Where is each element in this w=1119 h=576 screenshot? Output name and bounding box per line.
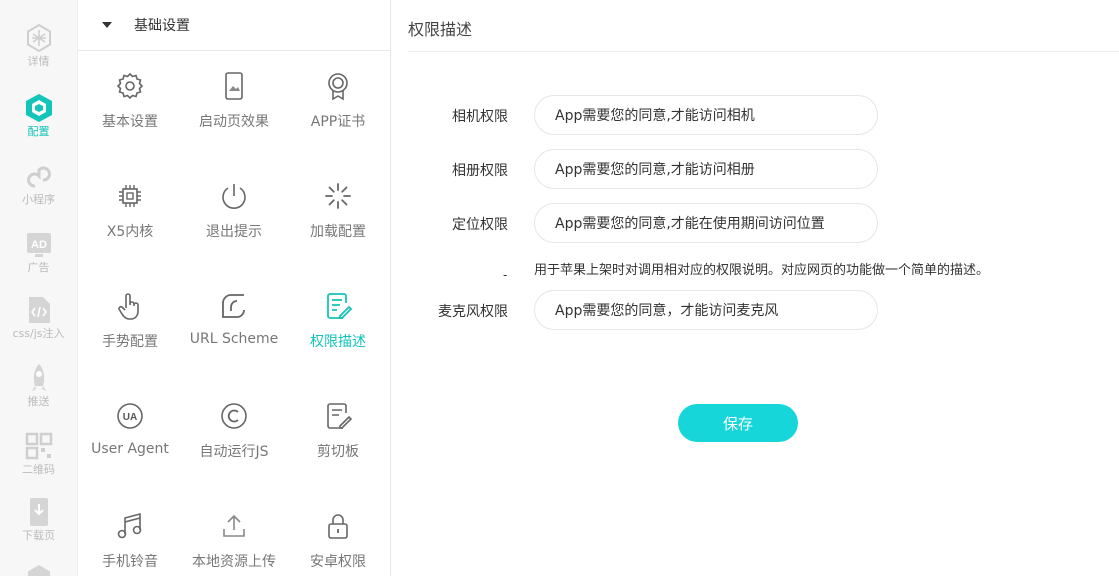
- rail-label: 小程序: [22, 193, 55, 206]
- rail-item-css-js[interactable]: css/js注入: [0, 294, 77, 340]
- upload-icon: [223, 514, 245, 537]
- tile-app-certificate[interactable]: APP证书: [286, 0, 390, 130]
- loading-spinner-icon: [325, 183, 351, 209]
- tile-label: 本地资源上传: [192, 554, 276, 570]
- album-permission-input[interactable]: [534, 149, 878, 189]
- tile-local-upload[interactable]: 本地资源上传: [182, 440, 286, 570]
- copyright-c-icon: [221, 403, 247, 429]
- tile-clipboard[interactable]: 剪切板: [286, 330, 390, 460]
- title-divider: [408, 51, 1119, 52]
- rail-item-qrcode[interactable]: 二维码: [0, 430, 77, 476]
- rail-label: 配置: [27, 125, 50, 138]
- svg-text:UA: UA: [123, 412, 137, 423]
- tile-exit-prompt[interactable]: 退出提示: [182, 110, 286, 240]
- power-icon: [222, 184, 246, 209]
- settings-panel: 基础设置 基本设置 启动页效果 APP证书 X5内核 退出提示 加载配置 手势配…: [78, 0, 391, 576]
- rail-item-push[interactable]: 推送: [0, 362, 77, 408]
- rail-item-download-page[interactable]: 下载页: [0, 496, 77, 542]
- ua-icon: UA: [117, 403, 143, 429]
- tile-android-permission[interactable]: 安卓权限: [286, 440, 390, 570]
- certificate-badge-icon: [328, 73, 348, 101]
- tile-gesture-config[interactable]: 手势配置: [78, 220, 182, 350]
- camera-permission-input[interactable]: [534, 95, 878, 135]
- rail-item-more[interactable]: [0, 562, 77, 576]
- lock-icon: [328, 514, 348, 539]
- web-globe-icon: [27, 565, 50, 576]
- rocket-icon: [31, 364, 46, 391]
- microphone-permission-label: 麦克风权限: [438, 304, 508, 320]
- album-permission-label: 相册权限: [452, 163, 508, 179]
- app-window: 详情 配置 小程序 AD 广告 css/js注入 推送 二维码 下载页 基础设置…: [0, 0, 1119, 576]
- permission-hint: 用于苹果上架时对调用相对应的权限说明。对应网页的功能做一个简单的描述。: [534, 263, 990, 278]
- tile-user-agent[interactable]: UA User Agent: [78, 330, 182, 457]
- rail-item-config[interactable]: 配置: [0, 92, 77, 138]
- rail-label: 下载页: [22, 529, 55, 542]
- url-scheme-icon: [222, 294, 245, 318]
- tile-ringtone[interactable]: 手机铃音: [78, 440, 182, 570]
- location-permission-label: 定位权限: [452, 217, 508, 233]
- main-content: 权限描述 相机权限 相册权限 定位权限 - 用于苹果上架时对调用相对应的权限说明…: [392, 0, 1119, 576]
- hint-marker: -: [503, 268, 508, 282]
- rail-label: css/js注入: [12, 327, 65, 340]
- tile-loading-config[interactable]: 加载配置: [286, 110, 390, 240]
- download-phone-icon: [29, 498, 48, 526]
- web-globe-icon: [26, 23, 51, 53]
- tile-label: 手机铃音: [102, 554, 158, 570]
- location-permission-input[interactable]: [534, 203, 878, 243]
- save-button[interactable]: 保存: [678, 404, 798, 442]
- code-file-icon: [28, 297, 50, 323]
- tile-auto-run-js[interactable]: 自动运行JS: [182, 330, 286, 460]
- chip-icon: [119, 185, 141, 207]
- rail-item-miniprogram[interactable]: 小程序: [0, 160, 77, 206]
- rail-item-ads[interactable]: AD 广告: [0, 228, 77, 274]
- tile-url-scheme[interactable]: URL Scheme: [182, 220, 286, 347]
- camera-permission-label: 相机权限: [452, 109, 508, 125]
- microphone-permission-input[interactable]: [534, 290, 878, 330]
- tile-basic-settings[interactable]: 基本设置: [78, 0, 182, 130]
- left-nav-rail: 详情 配置 小程序 AD 广告 css/js注入 推送 二维码 下载页: [0, 0, 78, 576]
- rail-item-details[interactable]: 详情: [0, 22, 77, 68]
- tile-permission-description[interactable]: 权限描述: [286, 220, 390, 350]
- rail-label: 推送: [27, 395, 50, 408]
- tile-label: 安卓权限: [310, 554, 366, 570]
- miniprogram-icon: [26, 166, 51, 188]
- rail-label: 详情: [27, 55, 50, 68]
- page-title: 权限描述: [408, 20, 473, 39]
- ad-icon: AD: [26, 233, 51, 257]
- hand-pointer-icon: [118, 293, 139, 320]
- svg-text:AD: AD: [31, 239, 47, 251]
- rail-label: 二维码: [22, 463, 55, 476]
- music-note-icon: [117, 512, 142, 539]
- qrcode-icon: [25, 432, 52, 460]
- permission-doc-icon: [327, 293, 353, 319]
- tile-splash-effect[interactable]: 启动页效果: [182, 0, 286, 130]
- cube-icon: [25, 94, 52, 122]
- gear-icon: [116, 72, 144, 100]
- tile-x5-kernel[interactable]: X5内核: [78, 110, 182, 240]
- rail-label: 广告: [27, 261, 50, 274]
- clipboard-edit-icon: [327, 403, 353, 429]
- splash-phone-icon: [225, 72, 243, 100]
